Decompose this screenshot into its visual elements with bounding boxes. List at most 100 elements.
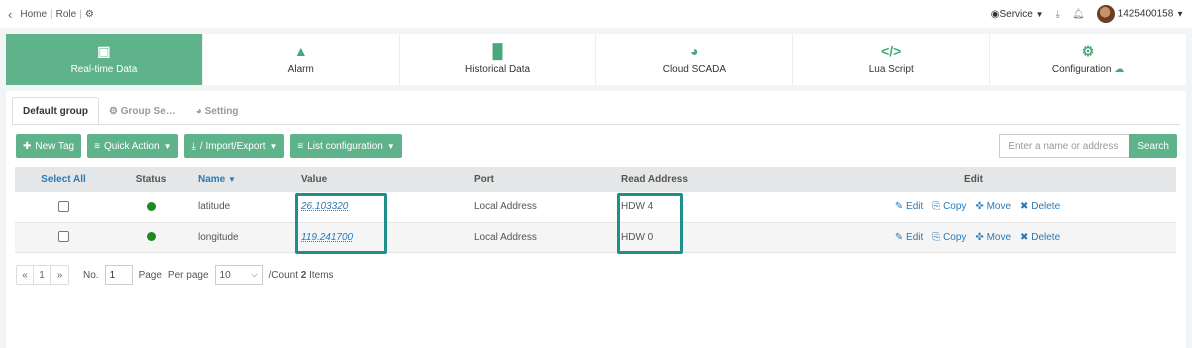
breadcrumb-role[interactable]: Role (56, 9, 77, 20)
sort-caret-icon: ▼ (228, 175, 236, 184)
trash-icon: ✖ (1020, 201, 1029, 213)
tab-default-group[interactable]: Default group (12, 97, 99, 125)
action-label: Move (986, 231, 1012, 243)
back-arrow-icon[interactable]: ‹ (8, 7, 12, 22)
copy-button[interactable]: ⎘ Copy (932, 201, 966, 212)
edit-button[interactable]: ✎ Edit (895, 232, 923, 243)
bell-icon[interactable]: 🔔︎ (1072, 9, 1085, 20)
edit-button[interactable]: ✎ Edit (895, 201, 923, 212)
tab-lua-script[interactable]: </> Lua Script (793, 34, 991, 85)
per-page-label: Per page (167, 269, 209, 281)
name-cell: longitude (190, 222, 293, 253)
delete-button[interactable]: ✖ Delete (1020, 232, 1060, 243)
header-label: Name (198, 174, 226, 185)
value-link[interactable]: 119.241700 (301, 232, 353, 243)
search-button[interactable]: Search (1129, 134, 1177, 158)
user-menu[interactable]: 1425400158 ▼ (1096, 5, 1184, 23)
trash-icon: ✖ (1020, 231, 1029, 243)
module-tabs: ▣ Real-time Data ▲ Alarm ▐▌ Historical D… (6, 34, 1186, 85)
page-no-label: No. (83, 269, 99, 281)
tab-label: Configuration (1051, 64, 1112, 75)
chevron-down-icon: ⌵ (251, 270, 258, 279)
row-select-cell (15, 222, 112, 253)
count-suffix: Items (309, 269, 334, 281)
row-checkbox[interactable] (58, 201, 69, 213)
tab-historical-data[interactable]: ▐▌ Historical Data (400, 34, 597, 85)
page-number-input[interactable] (104, 265, 133, 285)
table-row: latitude 26.103320 Local Address HDW 4 ✎… (15, 192, 1176, 223)
toolbar: ✚ New Tag ≡ Quick Action ▼ ⤓ / Import/Export… (16, 134, 1177, 158)
row-select-cell (15, 192, 112, 223)
list-icon: ≡ (297, 140, 304, 152)
port-cell: Local Address (466, 192, 613, 223)
action-label: Copy (943, 231, 967, 243)
camera-icon: ▣ (97, 43, 111, 59)
pagination: « 1 » No. Page Per page 10 ⌵ /Count 2 Ite… (16, 265, 334, 285)
avatar (1096, 5, 1115, 23)
select-all-header[interactable]: Select All (15, 167, 112, 192)
warning-icon: ▲ (293, 43, 308, 59)
tag-table: Select All Status Name ▼ Value Port Read… (15, 167, 1176, 253)
move-icon: ✜ (975, 201, 984, 213)
tab-label: Setting (204, 105, 239, 117)
tab-label: Alarm (287, 64, 314, 75)
move-button[interactable]: ✜ Move (975, 201, 1011, 212)
per-page-select[interactable]: 10 ⌵ (214, 265, 263, 285)
count-text: /Count 2 Items (269, 270, 334, 281)
tab-setting[interactable]: ◕ Setting (186, 97, 249, 125)
search-group: Search (999, 134, 1177, 158)
service-menu[interactable]: ◉Service ▼ (991, 9, 1044, 20)
action-label: Move (986, 201, 1012, 213)
move-button[interactable]: ✜ Move (975, 232, 1011, 243)
move-icon: ✜ (975, 231, 984, 243)
next-page-button[interactable]: » (51, 266, 68, 284)
value-cell: 26.103320 (293, 192, 466, 223)
read-address-header: Read Address (613, 167, 771, 192)
tab-cloud-scada[interactable]: ◕ Cloud SCADA (596, 34, 794, 85)
quick-action-button[interactable]: ≡ Quick Action ▼ (87, 134, 179, 158)
search-input[interactable] (999, 134, 1130, 158)
import-export-button[interactable]: ⤓ / Import/Export ▼ (184, 134, 285, 158)
dashboard-icon: ◕ (195, 105, 205, 117)
page-nav: « 1 » (16, 265, 69, 285)
name-cell: latitude (190, 192, 293, 223)
table-row: longitude 119.241700 Local Address HDW 0… (15, 222, 1176, 253)
name-header[interactable]: Name ▼ (190, 167, 293, 192)
table-header: Select All Status Name ▼ Value Port Read… (15, 167, 1176, 192)
value-header: Value (293, 167, 466, 192)
delete-button[interactable]: ✖ Delete (1020, 201, 1060, 212)
tab-label: Group Se… (120, 105, 176, 117)
plus-icon: ✚ (23, 140, 32, 152)
edit-icon: ✎ (894, 231, 904, 243)
tab-divider (12, 124, 1180, 125)
tab-group-settings[interactable]: ⚙ Group Se… (99, 97, 186, 125)
action-label: Edit (906, 201, 924, 213)
page-label: Page (138, 269, 162, 281)
list-configuration-button[interactable]: ≡ List configuration ▼ (290, 134, 402, 158)
dashboard-icon: ◕ (690, 43, 699, 59)
read-address-cell: HDW 4 (613, 192, 771, 223)
read-address-cell: HDW 0 (613, 222, 771, 253)
button-label: Quick Action (103, 140, 160, 152)
download-icon: ⤓ (191, 140, 196, 152)
copy-icon: ⎘ (932, 201, 941, 213)
breadcrumb: Home | Role | ⚙ (20, 8, 94, 20)
action-label: Delete (1031, 201, 1061, 213)
gear-icon: ⚙ (109, 105, 121, 117)
caret-down-icon: ▼ (269, 141, 278, 151)
new-tag-button[interactable]: ✚ New Tag (16, 134, 82, 158)
prev-page-button[interactable]: « (17, 266, 34, 284)
tab-realtime-data[interactable]: ▣ Real-time Data (6, 34, 203, 85)
breadcrumb-home[interactable]: Home (20, 9, 47, 20)
copy-button[interactable]: ⎘ Copy (932, 232, 966, 243)
tab-configuration[interactable]: ⚙ Configuration ☁ (990, 34, 1186, 85)
row-checkbox[interactable] (58, 231, 69, 243)
download-icon[interactable]: ⤓ (1056, 9, 1060, 20)
service-label: Service (999, 8, 1033, 20)
status-header: Status (112, 167, 190, 192)
page-1-button[interactable]: 1 (34, 266, 51, 284)
settings-icon[interactable]: ⚙ (85, 9, 94, 20)
status-cell (112, 222, 190, 253)
tab-alarm[interactable]: ▲ Alarm (203, 34, 400, 85)
value-link[interactable]: 26.103320 (301, 201, 348, 212)
